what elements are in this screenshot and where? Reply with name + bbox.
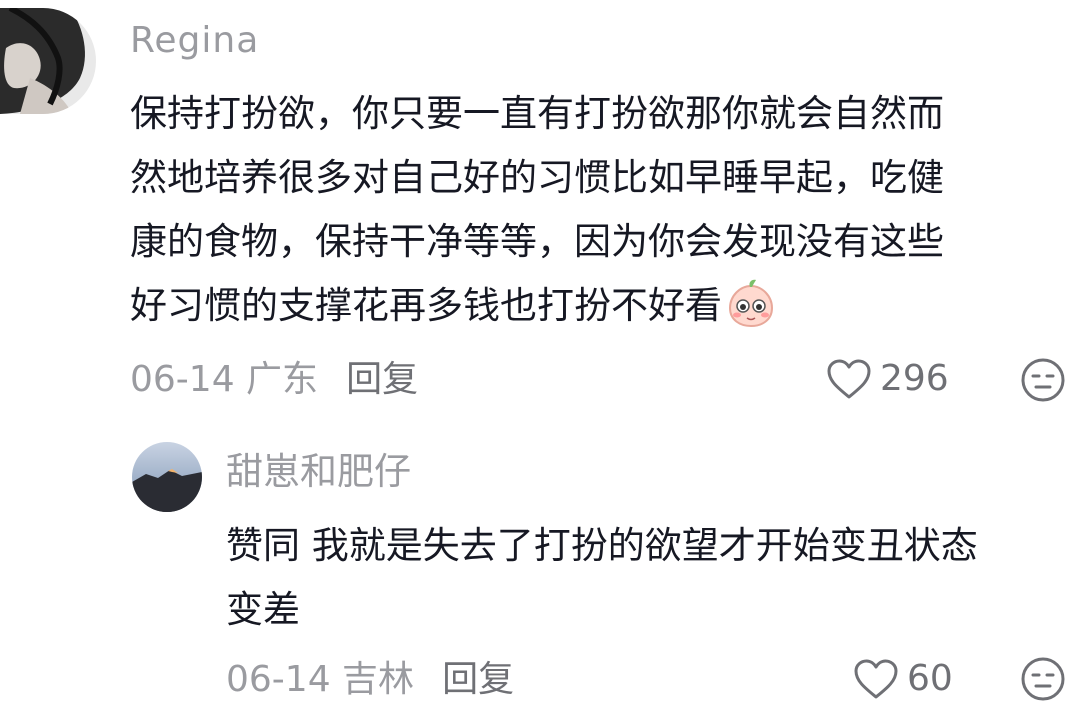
comment-2-username[interactable]: 甜崽和肥仔 [226,453,411,490]
comment-2-avatar[interactable] [132,442,202,512]
comment-1-line: 康的食物，保持干净等等，因为你会发现没有这些 [130,220,944,263]
heart-outline-icon [827,359,871,399]
comment-2-meta: 06-14 吉林 回复 [226,662,514,698]
comment-2-line: 赞同 我就是失去了打扮的欲望才开始变丑状态 [226,524,978,567]
comment-2-text: 赞同 我就是失去了打扮的欲望才开始变丑状态 变差 [226,514,978,642]
comment-1-username[interactable]: Regina [130,23,259,59]
comment-1-meta: 06-14 广东 回复 [130,362,418,398]
comment-1-like-count: 296 [880,358,949,399]
comment-1-like-button[interactable]: 296 [826,358,949,400]
comment-1-date-location: 06-14 广东 [130,359,319,400]
comment-1-dislike-button[interactable] [1020,357,1066,403]
comment-1-line-last: 好习惯的支撑花再多钱也打扮不好看 [130,274,944,338]
neutral-face-icon [1021,358,1065,402]
comment-1-text: 保持打扮欲，你只要一直有打扮欲那你就会自然而 然地培养很多对自己好的习惯比如早睡… [130,82,944,338]
comment-2-reply-button[interactable]: 回复 [442,659,514,700]
comment-1-line: 然地培养很多对自己好的习惯比如早睡早起，吃健 [130,156,944,199]
neutral-face-icon [1021,657,1065,701]
comment-2-like-button[interactable]: 60 [853,658,953,700]
comment-1-reply-button[interactable]: 回复 [346,359,418,400]
comment-2-line: 变差 [226,588,300,631]
comment-1-avatar[interactable] [0,8,96,114]
comment-1-line: 好习惯的支撑花再多钱也打扮不好看 [130,284,722,327]
heart-outline-icon [854,659,898,699]
comment-1-line: 保持打扮欲，你只要一直有打扮欲那你就会自然而 [130,92,944,135]
comment-2-like-count: 60 [907,658,953,699]
peach-face-emoji-icon [726,278,776,328]
comment-2-dislike-button[interactable] [1020,656,1066,702]
comment-2-date-location: 06-14 吉林 [226,659,415,700]
